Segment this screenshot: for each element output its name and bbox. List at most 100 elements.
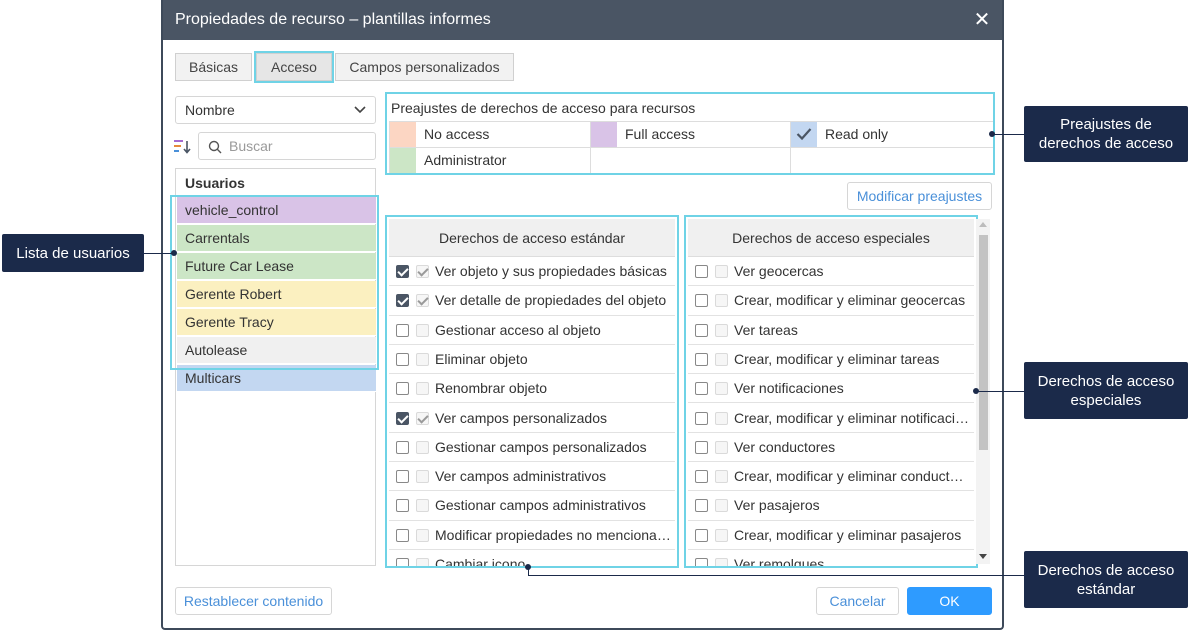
grant-checkbox[interactable] <box>695 470 708 484</box>
rights-row: Crear, modificar y eliminar pasajeros <box>688 521 974 550</box>
grant-checkbox[interactable] <box>396 382 409 396</box>
callout-presets: Preajustes de derechos de acceso <box>1024 106 1188 162</box>
rights-row-label: Crear, modificar y eliminar geocercas <box>734 292 966 309</box>
sort-order-icon[interactable] <box>173 137 193 157</box>
inherited-checkbox <box>715 499 728 513</box>
inherited-checkbox <box>715 323 728 337</box>
search-icon <box>208 140 222 154</box>
rights-row-label: Ver notificaciones <box>734 380 844 397</box>
rights-row: Crear, modificar y eliminar geocercas <box>688 286 974 316</box>
grant-checkbox[interactable] <box>396 440 409 454</box>
preset-empty-cell <box>590 147 790 173</box>
rights-row-label: Gestionar acceso al objeto <box>435 321 601 338</box>
grant-checkbox[interactable] <box>396 265 409 278</box>
grant-checkbox[interactable] <box>695 265 708 278</box>
rights-row-label: Ver pasajeros <box>734 497 820 514</box>
rights-row: Eliminar objeto <box>389 345 675 375</box>
rights-row: Ver tareas <box>688 316 974 345</box>
grant-checkbox[interactable] <box>695 323 708 337</box>
preset-read-only[interactable]: Read only <box>790 121 993 147</box>
inherited-checkbox <box>715 470 728 484</box>
grant-checkbox[interactable] <box>396 411 409 425</box>
callout-line <box>529 575 1024 576</box>
inherited-checkbox <box>416 265 429 278</box>
preset-administrator[interactable]: Administrator <box>389 147 590 173</box>
preset-label: Administrator <box>424 152 507 168</box>
inherited-checkbox <box>715 382 728 396</box>
chevron-down-icon <box>354 106 366 114</box>
preset-swatch <box>390 148 416 173</box>
inherited-checkbox <box>416 470 429 484</box>
sort-select[interactable]: Nombre <box>175 96 376 124</box>
rights-row-label: Ver remolques <box>734 556 825 568</box>
rights-row: Crear, modificar y eliminar conductores <box>688 462 974 492</box>
callout-standard-rights: Derechos de acceso estándar <box>1024 551 1188 608</box>
scroll-up-icon[interactable] <box>979 221 987 229</box>
rights-row-label: Ver objeto y sus propiedades básicas <box>435 263 667 279</box>
rights-row: Ver campos personalizados <box>389 404 675 433</box>
rights-row: Crear, modificar y eliminar tareas <box>688 345 974 375</box>
preset-label: Full access <box>625 126 696 142</box>
inherited-checkbox <box>416 440 429 454</box>
grant-checkbox[interactable] <box>695 440 708 454</box>
rights-row: Crear, modificar y eliminar notificacion… <box>688 404 974 433</box>
standard-rights-header: Derechos de acceso estándar <box>389 219 675 257</box>
grant-checkbox[interactable] <box>396 528 409 542</box>
rights-row: Ver geocercas <box>688 257 974 287</box>
ok-button[interactable]: OK <box>907 587 992 615</box>
sort-select-value: Nombre <box>185 102 235 118</box>
tab-basicas[interactable]: Básicas <box>175 53 252 81</box>
grant-checkbox[interactable] <box>396 499 409 513</box>
rights-row: Gestionar campos administrativos <box>389 491 675 521</box>
grant-checkbox[interactable] <box>396 470 409 484</box>
inherited-checkbox <box>416 323 429 337</box>
scroll-down-icon[interactable] <box>979 552 987 560</box>
inherited-checkbox <box>416 558 429 566</box>
inherited-checkbox <box>416 382 429 396</box>
rights-row: Ver pasajeros <box>688 491 974 521</box>
callout-users-list: Lista de usuarios <box>2 234 144 272</box>
grant-checkbox[interactable] <box>695 352 708 366</box>
grant-checkbox[interactable] <box>396 294 409 308</box>
standard-rights-table: Derechos de acceso estándar Ver objeto y… <box>385 215 679 568</box>
users-list-highlight <box>170 195 379 370</box>
modify-presets-button[interactable]: Modificar preajustes <box>847 182 992 210</box>
grant-checkbox[interactable] <box>396 352 409 366</box>
grant-checkbox[interactable] <box>695 411 708 425</box>
rights-row: Renombrar objeto <box>389 374 675 404</box>
grant-checkbox[interactable] <box>695 499 708 513</box>
rights-row-label: Ver conductores <box>734 438 836 455</box>
grant-checkbox[interactable] <box>695 382 708 396</box>
special-rights-header: Derechos de acceso especiales <box>688 219 974 257</box>
search-input[interactable]: Buscar <box>198 132 376 160</box>
grant-checkbox[interactable] <box>396 323 409 337</box>
scroll-thumb[interactable] <box>979 235 988 450</box>
tab-campos-personalizados[interactable]: Campos personalizados <box>335 53 514 81</box>
callout-dot <box>973 388 979 394</box>
cancel-button[interactable]: Cancelar <box>816 587 899 615</box>
callout-dot <box>525 564 531 570</box>
preset-swatch <box>791 122 817 147</box>
preset-label: No access <box>424 126 490 142</box>
grant-checkbox[interactable] <box>695 528 708 542</box>
grant-checkbox[interactable] <box>396 558 409 566</box>
presets-panel: Preajustes de derechos de acceso para re… <box>385 92 995 175</box>
inherited-checkbox <box>715 558 728 566</box>
rights-row: Gestionar campos personalizados <box>389 433 675 463</box>
callout-dot <box>171 250 177 256</box>
grant-checkbox[interactable] <box>695 294 708 308</box>
rights-row-label: Modificar propiedades no mencionadas <box>435 526 671 543</box>
check-icon <box>796 128 812 141</box>
preset-no-access[interactable]: No access <box>389 121 590 147</box>
inherited-checkbox <box>416 499 429 513</box>
grant-checkbox[interactable] <box>695 558 708 566</box>
inherited-checkbox <box>715 440 728 454</box>
rights-row-label: Cambiar icono <box>435 556 526 568</box>
tab-acceso[interactable]: Acceso <box>254 51 334 83</box>
inherited-checkbox <box>416 528 429 542</box>
dialog-title: Propiedades de recurso – plantillas info… <box>175 11 491 28</box>
close-icon[interactable]: ✕ <box>972 10 992 30</box>
preset-full-access[interactable]: Full access <box>590 121 790 147</box>
inherited-checkbox <box>416 352 429 366</box>
reset-content-button[interactable]: Restablecer contenido <box>175 587 332 615</box>
